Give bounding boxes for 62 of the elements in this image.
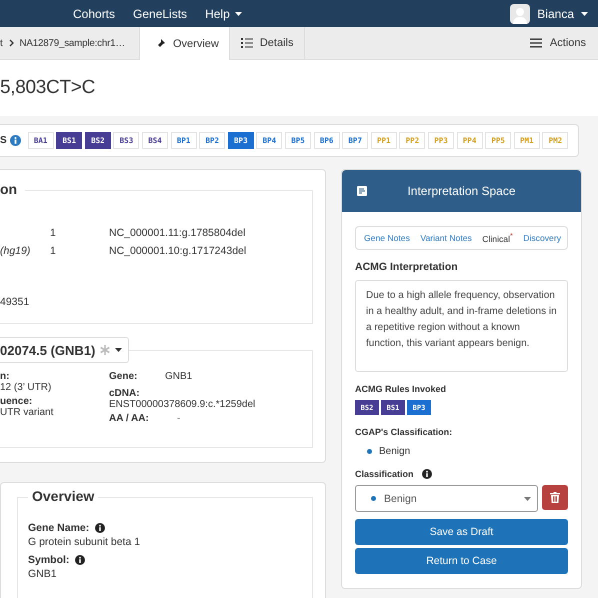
caret-icon bbox=[234, 12, 242, 16]
caret-icon bbox=[524, 496, 531, 500]
list-icon bbox=[240, 37, 253, 49]
notes-tab[interactable]: Gene Notes bbox=[364, 233, 410, 243]
user-menu[interactable]: Bianca bbox=[510, 4, 588, 24]
section-heading: Overview bbox=[28, 488, 98, 504]
assembly-label: (hg19) bbox=[0, 245, 32, 257]
identifier-value: 49351 bbox=[0, 296, 30, 308]
field-label: Gene Name: bbox=[28, 522, 90, 534]
notes-tab[interactable]: Variant Notes bbox=[420, 233, 472, 243]
breadcrumb-link[interactable]: NA12879_sample:chr1… bbox=[20, 38, 125, 48]
trash-icon bbox=[550, 492, 560, 503]
field-label: Symbol: bbox=[28, 554, 70, 566]
nav-link[interactable]: GeneLists bbox=[133, 6, 188, 20]
avatar-icon bbox=[510, 4, 530, 24]
info-icon bbox=[422, 469, 432, 479]
info-icon bbox=[95, 523, 106, 533]
field-value: 12 (3’ UTR) bbox=[0, 382, 52, 395]
section-heading: ACMG Rules Invoked bbox=[355, 384, 448, 394]
interpretation-textarea[interactable]: Due to a high allele frequency, observation in a healthy adult, and in-frame deletions in a repetitive region without a known function, this variant appears benign. bbox=[355, 280, 568, 372]
hgvs-notation: NC_000001.10:g.1717243del bbox=[109, 245, 248, 257]
tab[interactable]: Overview bbox=[140, 27, 230, 60]
field-value: - bbox=[176, 413, 182, 426]
rules-label: S bbox=[0, 135, 7, 146]
caret-icon bbox=[115, 348, 122, 352]
classification-select[interactable]: Benign bbox=[355, 485, 538, 512]
transcript-dropdown[interactable]: 02074.5 (GNB1) bbox=[0, 337, 130, 363]
actions-button[interactable]: Actions bbox=[524, 27, 598, 59]
action-button[interactable]: Return to Case bbox=[355, 548, 568, 574]
info-icon bbox=[10, 135, 21, 146]
field-value: G protein subunit beta 1 bbox=[28, 536, 142, 550]
nav-link[interactable]: Help bbox=[205, 6, 242, 20]
chevron-icon bbox=[8, 39, 14, 47]
asterisk-icon bbox=[100, 345, 110, 355]
field-value: UTR variant bbox=[0, 407, 54, 420]
section-heading: CGAP's Classification: bbox=[355, 427, 454, 437]
nav-link[interactable]: Cohorts bbox=[73, 6, 116, 20]
delete-button[interactable] bbox=[542, 485, 568, 510]
field-label: uence: bbox=[0, 396, 34, 407]
field-value: GNB1 bbox=[28, 568, 58, 582]
field-label: AA / AA: bbox=[109, 413, 150, 426]
caret-icon bbox=[581, 12, 588, 16]
document-icon bbox=[357, 186, 367, 196]
menu-icon bbox=[530, 37, 542, 49]
notes-tab[interactable]: Discovery bbox=[523, 233, 561, 243]
field-label: n: bbox=[0, 371, 10, 382]
hgvs-notation: NC_000001.11:g.1785804del bbox=[109, 227, 246, 239]
field-value: ENST00000378609.9:c.*1259del bbox=[109, 399, 256, 412]
section-heading: ACMG Interpretation bbox=[355, 261, 459, 273]
field-label: cDNA: bbox=[109, 388, 141, 399]
classification-value: Benign bbox=[379, 446, 410, 457]
chromosome-value: 1 bbox=[50, 245, 57, 257]
field-value: GNB1 bbox=[165, 371, 194, 384]
section-heading: Classification bbox=[355, 469, 414, 479]
action-button[interactable]: Save as Draft bbox=[355, 519, 568, 545]
variant-title: 5,803CT>C bbox=[0, 77, 95, 99]
field-label: Gene: bbox=[109, 371, 138, 384]
breadcrumb-link[interactable]: t bbox=[0, 38, 3, 48]
info-icon bbox=[75, 555, 86, 565]
panel-title: Interpretation Space bbox=[406, 184, 517, 198]
chromosome-value: 1 bbox=[50, 227, 57, 239]
notes-tab[interactable]: Clinical$^{*}$ bbox=[482, 232, 513, 244]
